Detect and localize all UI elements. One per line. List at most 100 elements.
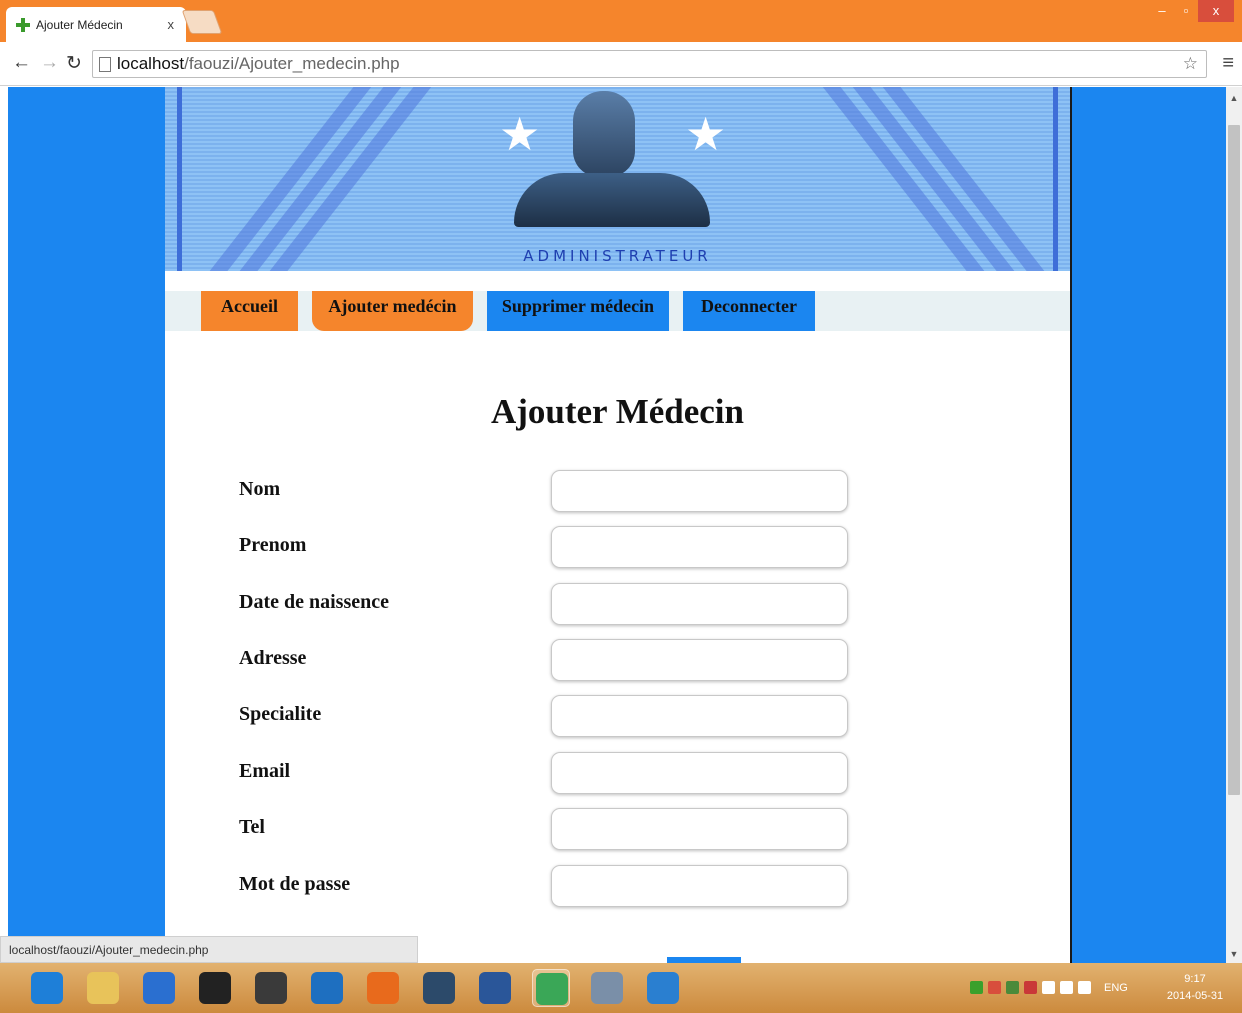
media-player-icon: [199, 972, 231, 1004]
network-icon[interactable]: [1060, 981, 1073, 994]
field-label: Date de naissence: [239, 591, 389, 613]
taskbar-app-app-blue-icon[interactable]: [644, 969, 682, 1007]
minimize-button[interactable]: –: [1150, 0, 1174, 22]
page-icon: [99, 56, 111, 72]
form-row-prenom: Prenom: [165, 526, 1070, 568]
field-label: Specialite: [239, 703, 322, 725]
page-container: ★ ★ ADMINISTRATEUR Accueil Ajouter medéc…: [165, 87, 1072, 963]
reload-icon[interactable]: ↻: [66, 52, 82, 75]
form-row-tel: Tel: [165, 808, 1070, 850]
windows-taskbar: ENG 9:17 2014-05-31: [0, 963, 1242, 1013]
taskbar-app-app-puzzle-icon[interactable]: [252, 969, 290, 1007]
hp-icon: [311, 972, 343, 1004]
taskbar-clock[interactable]: 9:17 2014-05-31: [1160, 971, 1230, 1005]
email-input[interactable]: [551, 752, 848, 794]
clock-time: 9:17: [1184, 973, 1206, 985]
page-viewport: ★ ★ ADMINISTRATEUR Accueil Ajouter medéc…: [8, 87, 1226, 963]
paint-icon: [591, 972, 623, 1004]
bookmark-star-icon[interactable]: ☆: [1183, 54, 1198, 74]
taskbar-app-file-explorer-icon[interactable]: [84, 969, 122, 1007]
browser-tab[interactable]: Ajouter Médecin x: [6, 7, 186, 42]
field-label: Tel: [239, 816, 265, 838]
app-blue-icon: [647, 972, 679, 1004]
star-icon: ★: [499, 108, 541, 160]
prenom-input[interactable]: [551, 526, 848, 568]
password-input[interactable]: [551, 865, 848, 907]
user-silhouette-body: [514, 173, 710, 227]
page-scrollbar[interactable]: ▲ ▼: [1226, 87, 1242, 963]
scroll-thumb[interactable]: [1228, 125, 1240, 795]
browser-titlebar: Ajouter Médecin x – ▫ x: [0, 0, 1242, 42]
url-path: /faouzi/Ajouter_medecin.php: [184, 54, 400, 73]
field-label: Adresse: [239, 647, 307, 669]
action-center-icon[interactable]: [1042, 981, 1055, 994]
scroll-down-icon[interactable]: ▼: [1226, 949, 1242, 959]
field-label: Mot de passe: [239, 873, 351, 895]
firefox-icon: [367, 972, 399, 1004]
form-row-email: Email: [165, 752, 1070, 794]
date-naissance-input[interactable]: [551, 583, 848, 625]
favicon-icon: [16, 17, 30, 32]
form-row-adresse: Adresse: [165, 639, 1070, 681]
taskbar-app-word-icon[interactable]: [476, 969, 514, 1007]
star-icon: ★: [685, 108, 727, 160]
admin-banner: ★ ★ ADMINISTRATEUR: [165, 87, 1070, 271]
tool-icon: [143, 972, 175, 1004]
forward-arrow-icon[interactable]: →: [40, 52, 59, 74]
tray-app-icon[interactable]: [970, 981, 983, 994]
taskbar-app-hp-icon[interactable]: [308, 969, 346, 1007]
status-bar: localhost/faouzi/Ajouter_medecin.php: [0, 936, 418, 963]
language-indicator[interactable]: ENG: [1104, 982, 1128, 994]
tray-app-icon[interactable]: [988, 981, 1001, 994]
app-puzzle-icon: [255, 972, 287, 1004]
taskbar-app-chrome-icon[interactable]: [532, 969, 570, 1007]
form-row-nom: Nom: [165, 470, 1070, 512]
banner-label: ADMINISTRATEUR: [523, 247, 712, 265]
form-title: Ajouter Médecin: [490, 392, 745, 431]
taskbar-app-internet-explorer-icon[interactable]: [28, 969, 66, 1007]
field-label: Prenom: [239, 534, 307, 556]
close-window-button[interactable]: x: [1198, 0, 1234, 22]
window-controls: – ▫ x: [1150, 0, 1242, 22]
nav-supprimer-medecin[interactable]: Supprimer médecin: [487, 291, 669, 331]
taskbar-app-mysql-workbench-icon[interactable]: [420, 969, 458, 1007]
form-row-specialite: Specialite: [165, 695, 1070, 737]
specialite-input[interactable]: [551, 695, 848, 737]
file-explorer-icon: [87, 972, 119, 1004]
nav-deconnecter[interactable]: Deconnecter: [683, 291, 815, 331]
adresse-input[interactable]: [551, 639, 848, 681]
back-arrow-icon[interactable]: ←: [12, 52, 31, 74]
new-tab-button[interactable]: [181, 10, 223, 34]
tab-close-icon[interactable]: x: [168, 17, 175, 32]
restore-button[interactable]: ▫: [1174, 0, 1198, 22]
volume-icon[interactable]: [1078, 981, 1091, 994]
browser-toolbar: ← → ↻ localhost /faouzi/Ajouter_medecin.…: [0, 42, 1242, 86]
field-label: Nom: [239, 478, 281, 500]
chrome-icon: [536, 973, 568, 1005]
form-row-mot-de-passe: Mot de passe: [165, 865, 1070, 907]
menu-icon[interactable]: ≡: [1222, 52, 1234, 75]
mysql-workbench-icon: [423, 972, 455, 1004]
scroll-up-icon[interactable]: ▲: [1226, 93, 1242, 103]
clock-date: 2014-05-31: [1166, 990, 1224, 1002]
taskbar-app-paint-icon[interactable]: [588, 969, 626, 1007]
taskbar-app-media-player-icon[interactable]: [196, 969, 234, 1007]
nav-ajouter-medecin[interactable]: Ajouter medécin: [312, 291, 473, 331]
nav-accueil[interactable]: Accueil: [201, 291, 298, 331]
form-row-date-naissance: Date de naissence: [165, 583, 1070, 625]
internet-explorer-icon: [31, 972, 63, 1004]
system-tray: ENG: [970, 981, 1128, 994]
tray-app-icon[interactable]: [1006, 981, 1019, 994]
main-nav: Accueil Ajouter medécin Supprimer médeci…: [165, 291, 1070, 331]
taskbar-app-tool-icon[interactable]: [140, 969, 178, 1007]
taskbar-app-firefox-icon[interactable]: [364, 969, 402, 1007]
tel-input[interactable]: [551, 808, 848, 850]
url-host: localhost: [117, 54, 185, 73]
address-bar[interactable]: localhost /faouzi/Ajouter_medecin.php ☆: [92, 50, 1207, 78]
user-silhouette-icon: [573, 91, 635, 177]
tab-title: Ajouter Médecin: [36, 17, 123, 32]
tray-app-icon[interactable]: [1024, 981, 1037, 994]
nom-input[interactable]: [551, 470, 848, 512]
word-icon: [479, 972, 511, 1004]
field-label: Email: [239, 760, 291, 782]
